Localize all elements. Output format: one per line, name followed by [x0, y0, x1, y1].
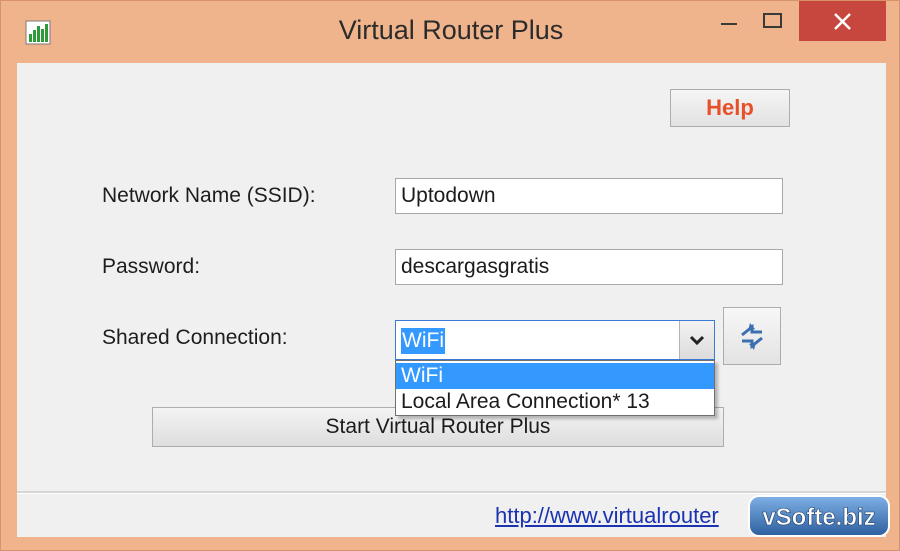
shared-connection-label: Shared Connection: [102, 326, 288, 349]
app-window: Virtual Router Plus Help Network Name (S… [0, 0, 900, 551]
maximize-button[interactable] [751, 1, 795, 41]
website-link[interactable]: http://www.virtualrouter [495, 503, 719, 529]
svg-text:vSofte.biz: vSofte.biz [762, 504, 875, 531]
password-label: Password: [102, 255, 201, 278]
close-icon [834, 13, 851, 30]
dropdown-button[interactable] [679, 321, 714, 359]
refresh-icon [741, 323, 763, 350]
watermark-logo: vSofte.biz [748, 495, 890, 537]
dropdown-option-local-area-connection[interactable]: Local Area Connection* 13 [396, 389, 714, 415]
client-area [17, 63, 886, 537]
shared-connection-select[interactable]: WiFi [395, 320, 715, 360]
dropdown-option-wifi[interactable]: WiFi [396, 363, 714, 389]
password-input[interactable]: descargasgratis [395, 249, 783, 285]
chevron-down-icon [689, 335, 705, 346]
maximize-icon [763, 13, 782, 28]
minimize-button[interactable] [707, 1, 751, 41]
connection-dropdown-list: WiFi Local Area Connection* 13 [395, 360, 715, 416]
title-bar[interactable]: Virtual Router Plus [1, 1, 900, 63]
shared-connection-value: WiFi [401, 328, 445, 354]
ssid-input[interactable]: Uptodown [395, 178, 783, 214]
close-button[interactable] [799, 1, 886, 41]
help-button[interactable]: Help [670, 89, 790, 127]
refresh-connections-button[interactable] [723, 307, 781, 365]
ssid-label: Network Name (SSID): [102, 184, 316, 207]
minimize-icon [721, 23, 737, 25]
